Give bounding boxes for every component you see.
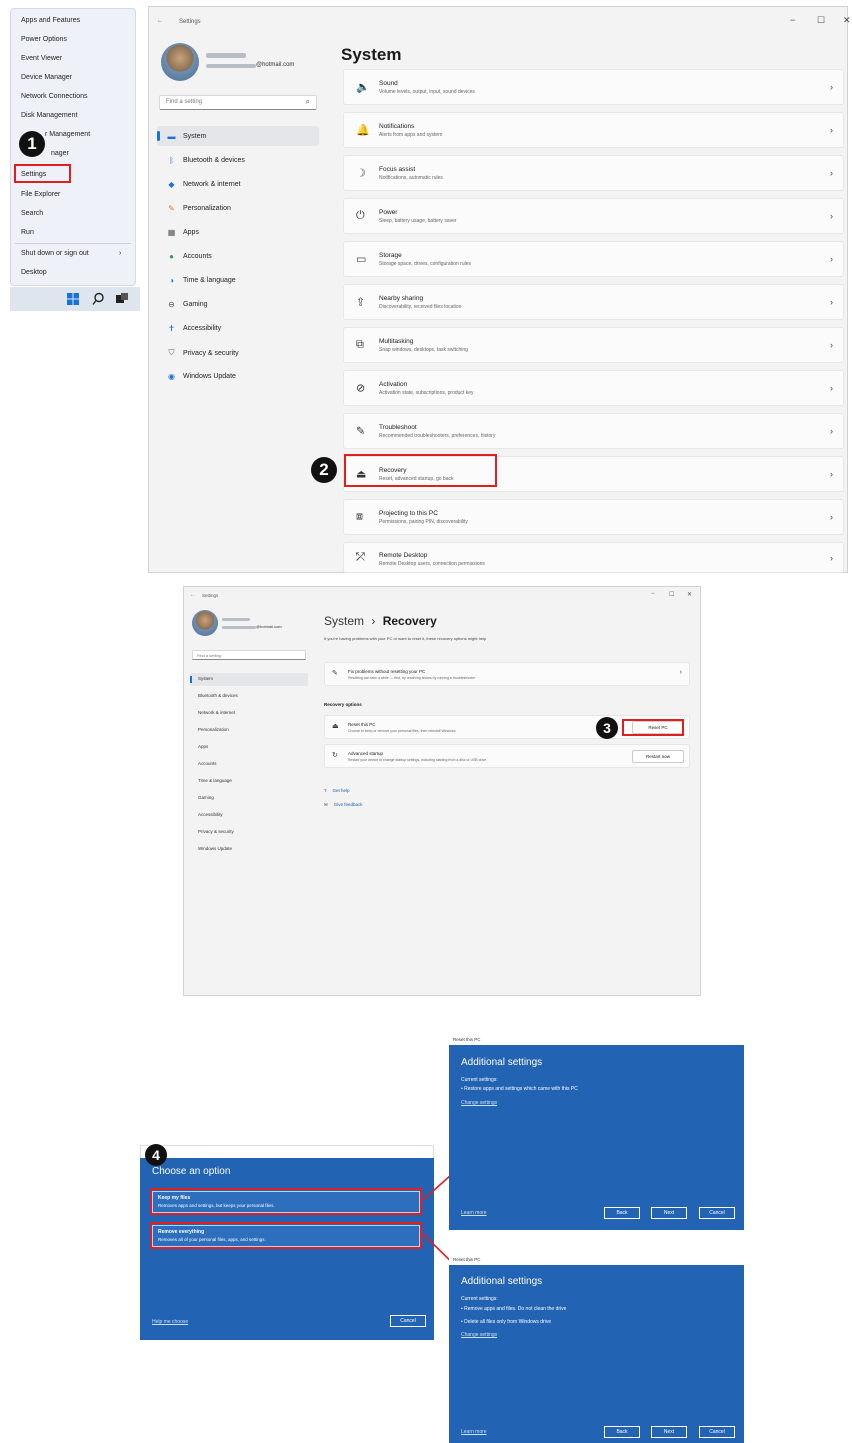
current-settings-label: Current settings: — [461, 1296, 498, 1302]
current-settings-label: Current settings: — [461, 1077, 498, 1083]
change-settings-link[interactable]: Change settings — [461, 1332, 497, 1338]
back-button[interactable]: Back — [604, 1426, 640, 1438]
dialog-heading: Additional settings — [461, 1276, 543, 1287]
learn-more-link[interactable]: Learn more — [461, 1429, 487, 1435]
setting-bullet: • Delete all files only from Windows dri… — [461, 1319, 552, 1325]
back-button[interactable]: Back — [604, 1207, 640, 1219]
dialog-titlebar: Reset this PC — [449, 1034, 744, 1045]
setting-bullet: • Remove apps and files. Do not clean th… — [461, 1306, 567, 1312]
cancel-button[interactable]: Cancel — [699, 1207, 735, 1219]
additional-settings-dialog-1: Reset this PC Additional settings Curren… — [449, 1034, 744, 1230]
dialog-heading: Additional settings — [461, 1057, 543, 1068]
next-button[interactable]: Next — [651, 1207, 687, 1219]
next-button[interactable]: Next — [651, 1426, 687, 1438]
cancel-button[interactable]: Cancel — [699, 1426, 735, 1438]
learn-more-link[interactable]: Learn more — [461, 1210, 487, 1216]
additional-settings-dialog-2: Reset this PC Additional settings Curren… — [449, 1254, 744, 1443]
setting-bullet: • Restore apps and settings which came w… — [461, 1086, 578, 1092]
dialog-titlebar: Reset this PC — [449, 1254, 744, 1265]
change-settings-link[interactable]: Change settings — [461, 1100, 497, 1106]
